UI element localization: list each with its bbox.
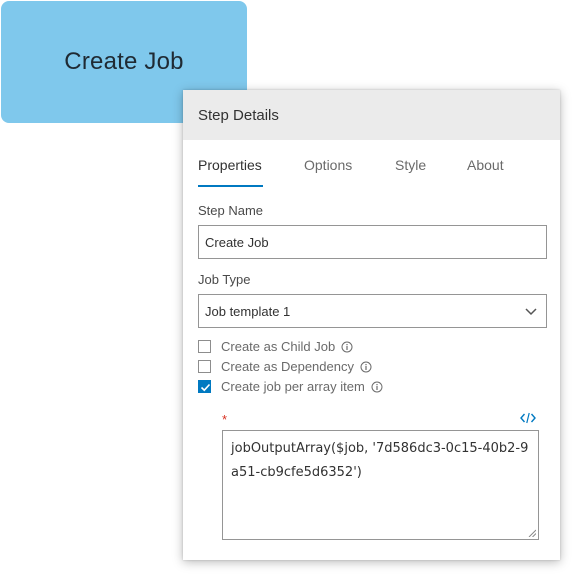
info-icon[interactable] <box>371 381 383 393</box>
code-icon[interactable] <box>520 412 536 424</box>
step-name-label: Step Name <box>198 203 264 218</box>
job-type-label: Job Type <box>198 272 251 287</box>
dependency-label: Create as Dependency <box>221 359 354 374</box>
job-type-value: Job template 1 <box>205 303 291 319</box>
array-expression-value: jobOutputArray($job, '7d586dc3-0c15-40b2… <box>231 441 529 480</box>
active-tab-indicator <box>198 185 263 187</box>
checkbox-row-per-array-item[interactable]: Create job per array item <box>198 379 383 394</box>
panel-title: Step Details <box>183 90 560 140</box>
checkbox-row-child-job[interactable]: Create as Child Job <box>198 339 353 354</box>
checkmark-icon <box>200 383 211 392</box>
step-details-panel: Step Details Properties Options Style Ab… <box>183 90 560 560</box>
required-asterisk: * <box>222 412 228 427</box>
info-icon[interactable] <box>341 341 353 353</box>
resize-grip-icon[interactable] <box>528 529 536 537</box>
tab-properties[interactable]: Properties <box>198 157 262 173</box>
array-expression-textarea[interactable]: jobOutputArray($job, '7d586dc3-0c15-40b2… <box>222 430 539 540</box>
job-type-select[interactable]: Job template 1 <box>198 294 547 328</box>
tab-options[interactable]: Options <box>304 157 352 173</box>
child-job-label: Create as Child Job <box>221 339 336 354</box>
child-job-checkbox[interactable] <box>198 340 211 353</box>
step-name-input[interactable]: Create Job <box>198 225 547 259</box>
tab-about[interactable]: About <box>467 157 504 173</box>
dependency-checkbox[interactable] <box>198 360 211 373</box>
job-node-label: Create Job <box>64 48 184 75</box>
info-icon[interactable] <box>360 361 372 373</box>
per-array-item-label: Create job per array item <box>221 379 365 394</box>
chevron-down-icon <box>525 308 537 316</box>
tab-style[interactable]: Style <box>395 157 426 173</box>
step-name-value: Create Job <box>205 234 269 250</box>
per-array-item-checkbox[interactable] <box>198 380 211 393</box>
checkbox-row-dependency[interactable]: Create as Dependency <box>198 359 372 374</box>
